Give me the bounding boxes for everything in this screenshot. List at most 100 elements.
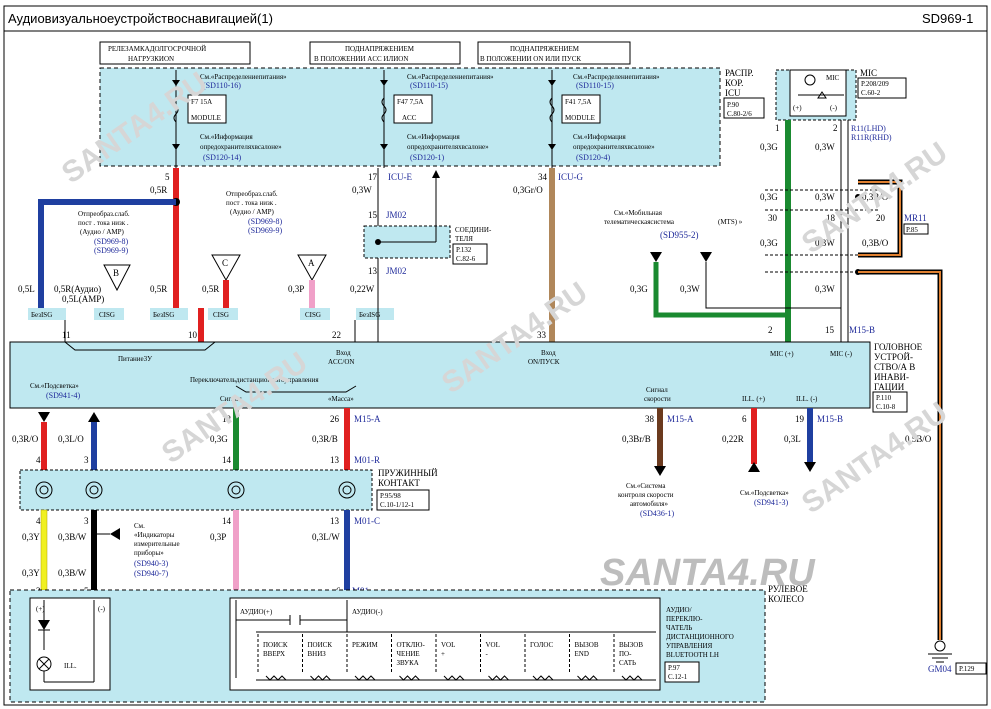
svg-text:0,3L/W: 0,3L/W <box>312 532 340 542</box>
svg-text:ILL.: ILL. <box>64 662 77 670</box>
svg-text:C.10-1/12-1: C.10-1/12-1 <box>380 501 415 509</box>
svg-text:(SD120-1): (SD120-1) <box>410 153 445 162</box>
svg-text:телематическаясистема: телематическаясистема <box>604 218 675 226</box>
svg-text:38: 38 <box>645 414 655 424</box>
mic-wire-03W: 0,3W <box>815 142 835 152</box>
svg-text:P.97: P.97 <box>668 664 680 672</box>
svg-text:(SD969-8): (SD969-8) <box>248 217 283 226</box>
svg-text:ИНАВИ-: ИНАВИ- <box>874 372 909 382</box>
svg-text:C: C <box>222 258 228 268</box>
relay-label-line2: НАГРУЗКИON <box>128 55 174 63</box>
diagram-title: Аудиовизуальноеустройствоснавигацией(1) <box>8 11 273 26</box>
svg-text:БезISG: БезISG <box>31 311 52 319</box>
svg-text:P.208/209: P.208/209 <box>861 80 889 88</box>
svg-text:0,22R: 0,22R <box>722 434 744 444</box>
head-unit: 11 10 22 33 Питание3У Вход ACC/ON Вход O… <box>9 330 871 409</box>
svg-text:0,3B/W: 0,3B/W <box>58 568 87 578</box>
svg-text:14: 14 <box>222 516 232 526</box>
svg-text:0,3G: 0,3G <box>630 284 648 294</box>
wheel-button-label: ЗВУКА <box>397 659 419 667</box>
svg-text:M01-R: M01-R <box>354 455 380 465</box>
svg-text:22: 22 <box>332 330 341 340</box>
svg-text:0,3G: 0,3G <box>760 238 778 248</box>
svg-text:P.129: P.129 <box>959 665 975 673</box>
svg-text:Отпреобраз.слаб.: Отпреобраз.слаб. <box>226 190 278 198</box>
mic-plus-wire <box>785 120 791 342</box>
svg-text:опредохранителяхвсалоне»: опредохранителяхвсалоне» <box>200 143 282 151</box>
svg-text:30: 30 <box>768 213 778 223</box>
svg-text:См.: См. <box>134 522 145 530</box>
wheel-button-label: ВЫЗОВ <box>619 641 643 649</box>
svg-text:ACC/ON: ACC/ON <box>328 358 354 366</box>
svg-text:0,5R(Аудио): 0,5R(Аудио) <box>54 284 101 294</box>
svg-text:0,3W: 0,3W <box>815 192 835 202</box>
svg-text:(SD969-8): (SD969-8) <box>94 237 129 246</box>
svg-text:0,3Y: 0,3Y <box>22 532 40 542</box>
icu-ref-2: C.80-2/6 <box>727 110 752 118</box>
svg-text:0,5R: 0,5R <box>202 284 219 294</box>
svg-text:См.«Информация: См.«Информация <box>407 133 461 141</box>
svg-text:F47 7,5A: F47 7,5A <box>397 98 423 106</box>
svg-text:«Индикаторы: «Индикаторы <box>134 531 175 539</box>
svg-text:P.110: P.110 <box>876 394 892 402</box>
svg-text:пост . тока низк .: пост . тока низк . <box>78 219 129 227</box>
svg-text:ICU-E: ICU-E <box>388 172 412 182</box>
svg-text:(SD941-4): (SD941-4) <box>46 391 81 400</box>
svg-text:0,3B/O: 0,3B/O <box>862 238 889 248</box>
svg-text:0,3Gr/O: 0,3Gr/O <box>513 185 543 195</box>
svg-text:R11R(RHD): R11R(RHD) <box>851 133 892 142</box>
svg-text:(Аудио / AMP): (Аудио / AMP) <box>80 228 125 236</box>
svg-text:опредохранителяхвсалоне»: опредохранителяхвсалоне» <box>407 143 489 151</box>
svg-text:R11(LHD): R11(LHD) <box>851 124 886 133</box>
svg-text:(Аудио / AMP): (Аудио / AMP) <box>230 208 275 216</box>
svg-text:См.«Распределениепитания»: См.«Распределениепитания» <box>407 73 494 81</box>
svg-text:автомобиля»: автомобиля» <box>630 500 669 508</box>
svg-text:P.95/98: P.95/98 <box>380 492 401 500</box>
svg-text:См.«Подсветка»: См.«Подсветка» <box>740 489 789 497</box>
svg-text:ГАЦИИ: ГАЦИИ <box>874 382 905 392</box>
svg-text:M15-B: M15-B <box>817 414 843 424</box>
svg-text:JM02: JM02 <box>386 210 407 220</box>
svg-text:Отпреобраз.слаб.: Отпреобраз.слаб. <box>78 210 130 218</box>
svg-text:C.60-2: C.60-2 <box>861 89 881 97</box>
svg-text:АУДИО(+): АУДИО(+) <box>240 608 273 616</box>
wheel-button-label: ПО- <box>619 650 632 658</box>
svg-text:13: 13 <box>330 455 340 465</box>
svg-text:УПРАВЛЕНИЯ: УПРАВЛЕНИЯ <box>666 642 713 650</box>
svg-text:(-): (-) <box>830 104 838 112</box>
svg-text:1: 1 <box>775 123 780 133</box>
svg-text:См.«Информация: См.«Информация <box>573 133 627 141</box>
svg-text:JM02: JM02 <box>386 266 407 276</box>
svg-text:MIC (+): MIC (+) <box>770 350 794 358</box>
wheel-button-label: END <box>575 650 589 658</box>
svg-text:13: 13 <box>330 516 340 526</box>
clockspring <box>19 469 373 511</box>
svg-text:5: 5 <box>165 172 170 182</box>
svg-text:ON/ПУСК: ON/ПУСК <box>528 358 560 366</box>
wheel-button-label: ОТКЛЮ- <box>397 641 426 649</box>
svg-text:опредохранителяхвсалоне»: опредохранителяхвсалоне» <box>573 143 655 151</box>
svg-text:CISG: CISG <box>213 311 229 319</box>
watermark-big: SANTA4.RU <box>600 552 816 594</box>
svg-text:«Масса»: «Масса» <box>328 395 354 403</box>
svg-text:См.«Распределениепитания»: См.«Распределениепитания» <box>200 73 287 81</box>
acc-label-line2: В ПОЛОЖЕНИИ ACC ИЛИON <box>314 55 408 63</box>
svg-text:(SD120-4): (SD120-4) <box>576 153 611 162</box>
svg-text:C.82-6: C.82-6 <box>456 255 476 263</box>
svg-text:0,3R/B: 0,3R/B <box>312 434 338 444</box>
icu-ref-1: P.90 <box>727 101 739 109</box>
svg-text:0,3L/O: 0,3L/O <box>58 434 84 444</box>
wheel-button-label: ЧЕНИЕ <box>397 650 420 658</box>
svg-text:СОЕДИНИ-: СОЕДИНИ- <box>455 226 492 234</box>
ground-gm04: GM04 P.129 <box>928 640 987 675</box>
svg-text:КОЛЕСО: КОЛЕСО <box>768 594 804 604</box>
wheel-button-label: ВЫЗОВ <box>575 641 599 649</box>
svg-text:4: 4 <box>36 516 41 526</box>
svg-text:контроля скорости: контроля скорости <box>618 491 674 499</box>
svg-text:ТЕЛЯ: ТЕЛЯ <box>455 235 473 243</box>
svg-text:10: 10 <box>188 330 198 340</box>
svg-text:11: 11 <box>62 330 71 340</box>
svg-text:(SD120-14): (SD120-14) <box>203 153 242 162</box>
svg-text:MR11: MR11 <box>904 213 927 223</box>
svg-text:См.«Распределениепитания»: См.«Распределениепитания» <box>573 73 660 81</box>
